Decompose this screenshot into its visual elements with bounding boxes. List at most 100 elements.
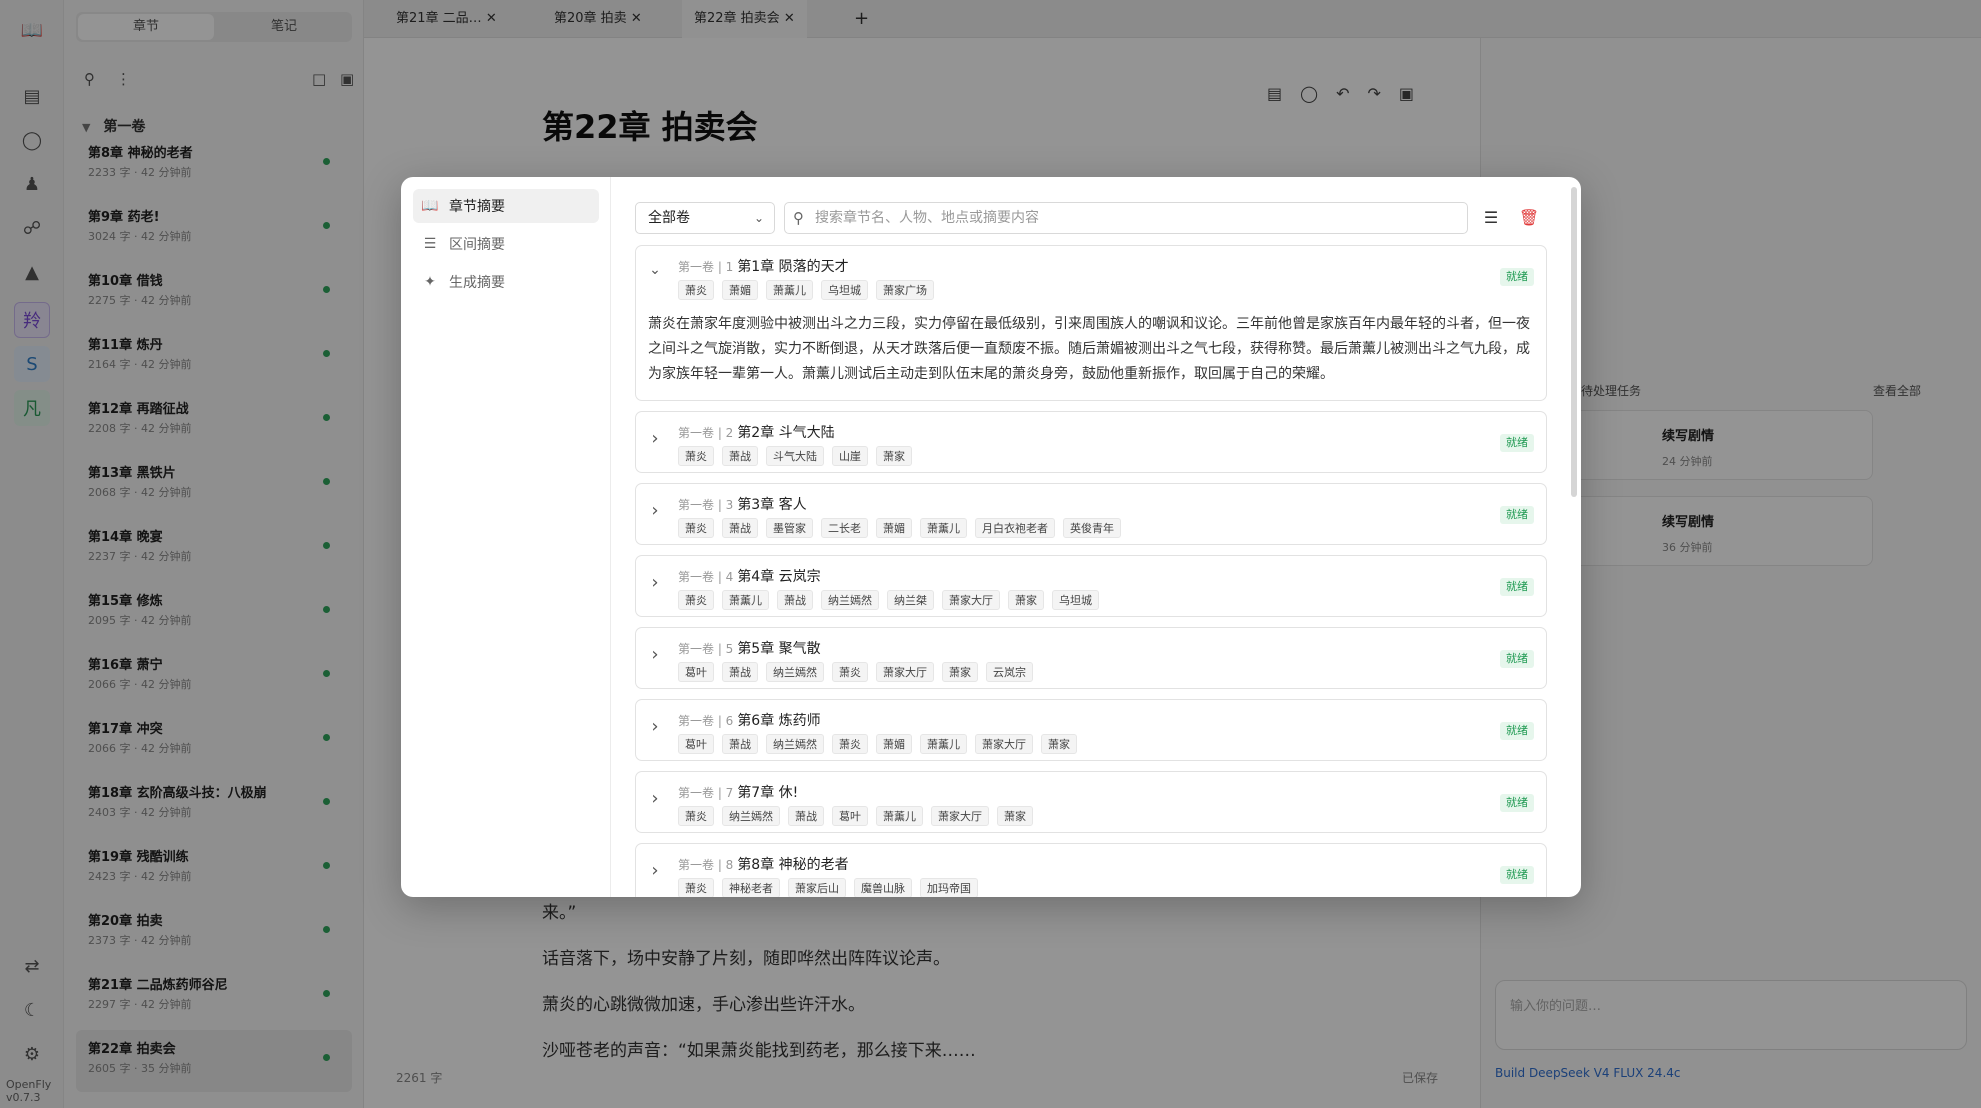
chapter-header: 第一卷 | 8 第8章 神秘的老者	[678, 854, 849, 874]
entity-tag: 萧家	[876, 446, 912, 466]
search-input[interactable]	[815, 207, 1455, 229]
summary-list: ⌄ 第一卷 | 1 第1章 陨落的天才 萧炎 萧媚 萧薰儿 乌坦城 萧家广场 就绪 萧炎在萧家年度…	[635, 245, 1557, 897]
chapter-header: 第一卷 | 1 第1章 陨落的天才	[678, 256, 849, 276]
entity-tag: 萧家	[997, 806, 1033, 826]
modal-main: 全部卷 ⌄ ⚲ ☰ 🗑 ⌄第一卷 | 1第1章 陨落的天才萧炎萧媚萧薰儿乌坦城萧…	[611, 177, 1581, 897]
scrollbar-thumb[interactable]	[1571, 187, 1577, 497]
entity-tag: 萧家	[1041, 734, 1077, 754]
status-badge: 就绪	[1500, 866, 1534, 884]
chapter-summary-card[interactable]: › 第一卷 | 6 第6章 炼药师葛叶 萧战 纳兰嫣然 萧炎 萧媚 萧薰儿 萧家大厅 萧家 就绪	[635, 699, 1547, 761]
entity-tag: 纳兰嫣然	[766, 734, 824, 754]
entity-tags: 萧炎 萧战 墨管家 二长老 萧媚 萧薰儿 月白衣袍老者 英俊青年	[678, 518, 1121, 538]
delete-button[interactable]: 🗑	[1515, 204, 1543, 232]
chapter-title: 第5章 聚气散	[737, 641, 821, 657]
entity-tag: 萧薰儿	[920, 518, 967, 538]
entity-tag: 斗气大陆	[766, 446, 824, 466]
chapter-summary-card[interactable]: › 第一卷 | 3 第3章 客人萧炎 萧战 墨管家 二长老 萧媚 萧薰儿 月白衣袍老者 英俊青年 就…	[635, 483, 1547, 545]
entity-tag: 萧媚	[722, 280, 758, 300]
chapter-title: 第7章 休!	[737, 785, 799, 801]
chevron-down-icon[interactable]: ⌄	[648, 262, 662, 278]
entity-tag: 萧家大厅	[876, 662, 934, 682]
entity-tag: 萧战	[722, 446, 758, 466]
chapter-title: 第8章 神秘的老者	[737, 857, 849, 873]
entity-tags: 葛叶 萧战 纳兰嫣然 萧炎 萧媚 萧薰儿 萧家大厅 萧家	[678, 734, 1077, 754]
chapter-header: 第一卷 | 5 第5章 聚气散	[678, 638, 821, 658]
chevron-right-icon[interactable]: ›	[648, 500, 662, 521]
entity-tag: 云岚宗	[986, 662, 1033, 682]
chevron-right-icon[interactable]: ›	[648, 428, 662, 449]
entity-tag: 葛叶	[832, 806, 868, 826]
entity-tag: 纳兰嫣然	[766, 662, 824, 682]
entity-tag: 萧战	[722, 662, 758, 682]
modal-nav: 📖 章节摘要 ☰ 区间摘要 ✦ 生成摘要	[401, 177, 611, 897]
chapter-header: 第一卷 | 6 第6章 炼药师	[678, 710, 821, 730]
entity-tag: 神秘老者	[722, 878, 780, 897]
entity-tags: 萧炎 萧战 斗气大陆 山崖 萧家	[678, 446, 912, 466]
entity-tag: 魔兽山脉	[854, 878, 912, 897]
status-badge: 就绪	[1500, 578, 1534, 596]
entity-tag: 萧薰儿	[722, 590, 769, 610]
entity-tag: 英俊青年	[1063, 518, 1121, 538]
chevron-right-icon[interactable]: ›	[648, 572, 662, 593]
nav-range-summary[interactable]: ☰ 区间摘要	[413, 227, 599, 261]
entity-tag: 萧炎	[832, 734, 868, 754]
volume-index: 第一卷 | 8	[678, 858, 734, 872]
entity-tag: 二长老	[821, 518, 868, 538]
chapter-summary-card[interactable]: › 第一卷 | 5 第5章 聚气散葛叶 萧战 纳兰嫣然 萧炎 萧家大厅 萧家 云岚宗 就绪	[635, 627, 1547, 689]
entity-tag: 萧炎	[678, 806, 714, 826]
chevron-right-icon[interactable]: ›	[648, 788, 662, 809]
entity-tag: 纳兰嫣然	[722, 806, 780, 826]
chapter-summary-card[interactable]: › 第一卷 | 7 第7章 休! 萧炎 纳兰嫣然 萧战 葛叶 萧薰儿 萧家大厅 萧家 就绪	[635, 771, 1547, 833]
status-badge: 就绪	[1500, 434, 1534, 452]
entity-tags: 萧炎 神秘老者 萧家后山 魔兽山脉 加玛帝国	[678, 878, 978, 897]
nav-label: 章节摘要	[449, 199, 505, 215]
chapter-title: 第3章 客人	[737, 497, 807, 513]
chapter-summary-card[interactable]: › 第一卷 | 8 第8章 神秘的老者萧炎 神秘老者 萧家后山 魔兽山脉 加玛帝国 就绪	[635, 843, 1547, 897]
chapter-header: 第一卷 | 4 第4章 云岚宗	[678, 566, 821, 586]
entity-tag: 萧家后山	[788, 878, 846, 897]
entity-tag: 月白衣袍老者	[975, 518, 1055, 538]
status-badge: 就绪	[1500, 650, 1534, 668]
chapter-summary-card[interactable]: ⌄ 第一卷 | 1 第1章 陨落的天才 萧炎 萧媚 萧薰儿 乌坦城 萧家广场 就绪 萧炎在萧家年度…	[635, 245, 1547, 401]
chevron-right-icon[interactable]: ›	[648, 860, 662, 881]
entity-tags: 萧炎 萧薰儿 萧战 纳兰嫣然 纳兰桀 萧家大厅 萧家 乌坦城	[678, 590, 1099, 610]
nav-label: 区间摘要	[449, 237, 505, 253]
entity-tag: 萧家大厅	[942, 590, 1000, 610]
chapter-title: 第4章 云岚宗	[737, 569, 821, 585]
volume-select-value: 全部卷	[648, 210, 690, 226]
layers-icon: ☰	[423, 236, 437, 252]
entity-tags: 葛叶 萧战 纳兰嫣然 萧炎 萧家大厅 萧家 云岚宗	[678, 662, 1033, 682]
chapter-summary-card[interactable]: › 第一卷 | 4 第4章 云岚宗萧炎 萧薰儿 萧战 纳兰嫣然 纳兰桀 萧家大厅 萧家 乌坦城 就绪	[635, 555, 1547, 617]
batch-select-button[interactable]: ☰	[1477, 204, 1505, 232]
entity-tag: 萧战	[777, 590, 813, 610]
entity-tag: 萧媚	[876, 734, 912, 754]
scrollbar[interactable]	[1571, 187, 1577, 887]
entity-tag: 萧家广场	[876, 280, 934, 300]
search-icon: ⚲	[793, 209, 804, 227]
entity-tag: 萧家大厅	[975, 734, 1033, 754]
nav-generate-summary[interactable]: ✦ 生成摘要	[413, 265, 599, 299]
chapter-title: 第6章 炼药师	[737, 713, 821, 729]
chevron-right-icon[interactable]: ›	[648, 716, 662, 737]
chevron-right-icon[interactable]: ›	[648, 644, 662, 665]
entity-tags: 萧炎 萧媚 萧薰儿 乌坦城 萧家广场	[678, 280, 934, 300]
chapter-title: 第2章 斗气大陆	[737, 425, 835, 441]
entity-tag: 萧炎	[678, 590, 714, 610]
status-badge: 就绪	[1500, 506, 1534, 524]
status-badge: 就绪	[1500, 268, 1534, 286]
volume-index: 第一卷 | 6	[678, 714, 734, 728]
status-badge: 就绪	[1500, 794, 1534, 812]
chapter-summary-card[interactable]: › 第一卷 | 2 第2章 斗气大陆 萧炎 萧战 斗气大陆 山崖 萧家 就绪	[635, 411, 1547, 473]
entity-tag: 萧炎	[832, 662, 868, 682]
status-badge: 就绪	[1500, 722, 1534, 740]
entity-tag: 萧战	[722, 734, 758, 754]
chapter-header: 第一卷 | 3 第3章 客人	[678, 494, 807, 514]
volume-index: 第一卷 | 3	[678, 498, 734, 512]
entity-tag: 山崖	[832, 446, 868, 466]
entity-tag: 萧薰儿	[876, 806, 923, 826]
volume-index: 第一卷 | 1	[678, 260, 734, 274]
volume-select[interactable]: 全部卷 ⌄	[635, 202, 775, 234]
entity-tag: 乌坦城	[821, 280, 868, 300]
nav-chapter-summary[interactable]: 📖 章节摘要	[413, 189, 599, 223]
entity-tag: 萧媚	[876, 518, 912, 538]
